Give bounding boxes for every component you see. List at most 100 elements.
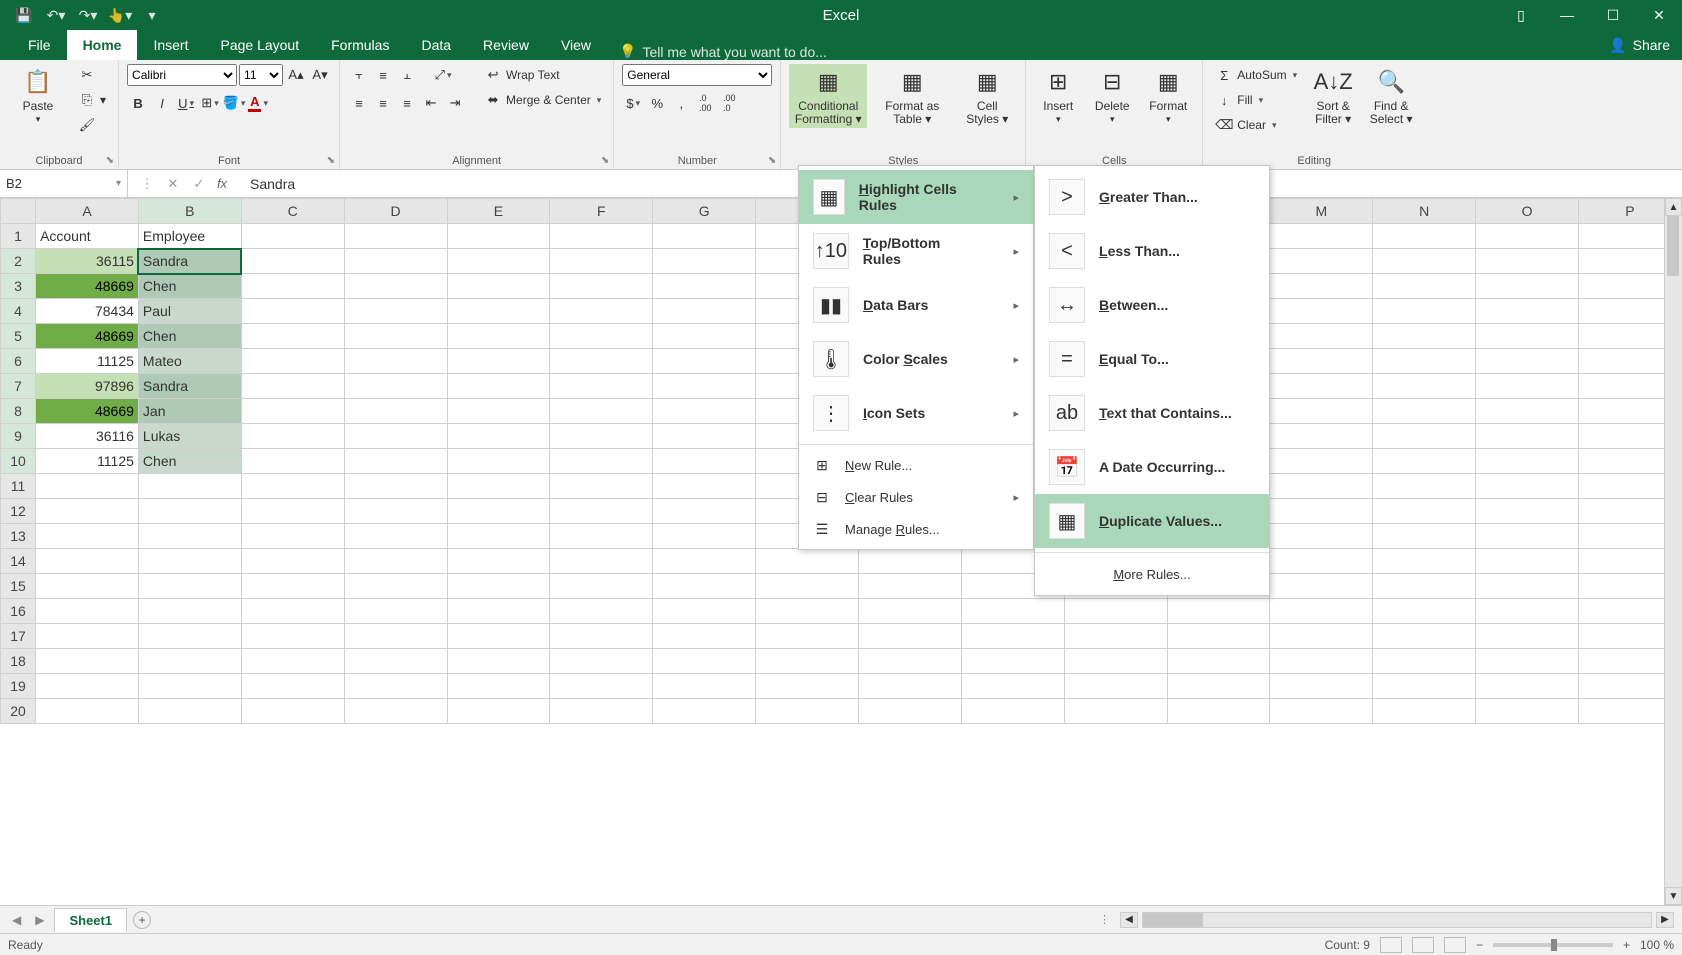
- menu-more-rules[interactable]: More Rules...: [1035, 557, 1269, 591]
- cell-G19[interactable]: [653, 674, 756, 699]
- cell-H15[interactable]: [756, 574, 859, 599]
- row-header-7[interactable]: 7: [1, 374, 36, 399]
- cell-D4[interactable]: [344, 299, 447, 324]
- font-name-select[interactable]: Calibri: [127, 64, 237, 86]
- cell-G15[interactable]: [653, 574, 756, 599]
- cell-M8[interactable]: [1270, 399, 1373, 424]
- cell-D18[interactable]: [344, 649, 447, 674]
- cell-F19[interactable]: [550, 674, 653, 699]
- merge-center-button[interactable]: ⬌Merge & Center: [480, 89, 605, 111]
- alignment-launcher-icon[interactable]: ⬊: [601, 155, 609, 166]
- formula-enter-icon[interactable]: ✓: [188, 176, 210, 192]
- cell-F16[interactable]: [550, 599, 653, 624]
- cell-L20[interactable]: [1167, 699, 1270, 724]
- cell-F7[interactable]: [550, 374, 653, 399]
- menu-between[interactable]: ↔Between...: [1035, 278, 1269, 332]
- cell-C17[interactable]: [241, 624, 344, 649]
- save-icon[interactable]: 💾: [10, 4, 38, 26]
- maximize-button[interactable]: ☐: [1590, 0, 1636, 30]
- cell-H20[interactable]: [756, 699, 859, 724]
- cell-N5[interactable]: [1373, 324, 1476, 349]
- column-header-N[interactable]: N: [1373, 199, 1476, 224]
- row-header-11[interactable]: 11: [1, 474, 36, 499]
- cell-N9[interactable]: [1373, 424, 1476, 449]
- cell-B3[interactable]: Chen: [138, 274, 241, 299]
- cell-D15[interactable]: [344, 574, 447, 599]
- cell-L19[interactable]: [1167, 674, 1270, 699]
- cell-C7[interactable]: [241, 374, 344, 399]
- cell-C20[interactable]: [241, 699, 344, 724]
- cell-I14[interactable]: [858, 549, 961, 574]
- cell-O17[interactable]: [1476, 624, 1579, 649]
- cell-N13[interactable]: [1373, 524, 1476, 549]
- row-header-8[interactable]: 8: [1, 399, 36, 424]
- cell-N17[interactable]: [1373, 624, 1476, 649]
- cell-E17[interactable]: [447, 624, 550, 649]
- cell-E13[interactable]: [447, 524, 550, 549]
- cell-F2[interactable]: [550, 249, 653, 274]
- cell-B19[interactable]: [138, 674, 241, 699]
- cell-G16[interactable]: [653, 599, 756, 624]
- cell-G11[interactable]: [653, 474, 756, 499]
- align-bottom-icon[interactable]: ⫠: [396, 64, 418, 86]
- scroll-thumb[interactable]: [1667, 216, 1679, 276]
- underline-button[interactable]: U: [175, 92, 197, 114]
- cell-D13[interactable]: [344, 524, 447, 549]
- cell-C16[interactable]: [241, 599, 344, 624]
- cell-G17[interactable]: [653, 624, 756, 649]
- cell-D1[interactable]: [344, 224, 447, 249]
- align-center-icon[interactable]: ≡: [372, 92, 394, 114]
- cell-O18[interactable]: [1476, 649, 1579, 674]
- decrease-indent-icon[interactable]: ⇤: [420, 92, 442, 114]
- cell-M12[interactable]: [1270, 499, 1373, 524]
- sort-filter-button[interactable]: A↓Z Sort &Filter ▾: [1307, 64, 1359, 128]
- align-top-icon[interactable]: ⫟: [348, 64, 370, 86]
- cell-O1[interactable]: [1476, 224, 1579, 249]
- row-header-18[interactable]: 18: [1, 649, 36, 674]
- autosum-button[interactable]: ΣAutoSum: [1211, 64, 1301, 86]
- cell-C2[interactable]: [241, 249, 344, 274]
- cell-C14[interactable]: [241, 549, 344, 574]
- cell-O10[interactable]: [1476, 449, 1579, 474]
- clipboard-launcher-icon[interactable]: ⬊: [106, 155, 114, 166]
- cell-E11[interactable]: [447, 474, 550, 499]
- cell-L16[interactable]: [1167, 599, 1270, 624]
- fill-button[interactable]: ↓Fill: [1211, 89, 1301, 111]
- sheet-nav-next-icon[interactable]: ▶: [31, 913, 48, 927]
- cell-F1[interactable]: [550, 224, 653, 249]
- cell-O16[interactable]: [1476, 599, 1579, 624]
- cell-N15[interactable]: [1373, 574, 1476, 599]
- cell-A4[interactable]: 78434: [36, 299, 139, 324]
- menu-icon-sets[interactable]: ⋮Icon Sets▸: [799, 386, 1033, 440]
- row-header-12[interactable]: 12: [1, 499, 36, 524]
- cell-A6[interactable]: 11125: [36, 349, 139, 374]
- font-size-select[interactable]: 11: [239, 64, 283, 86]
- cell-E7[interactable]: [447, 374, 550, 399]
- cell-A5[interactable]: 48669: [36, 324, 139, 349]
- conditional-formatting-button[interactable]: ▦ ConditionalFormatting ▾: [789, 64, 867, 128]
- cell-M17[interactable]: [1270, 624, 1373, 649]
- cell-E10[interactable]: [447, 449, 550, 474]
- tab-home[interactable]: Home: [67, 30, 138, 60]
- cell-E1[interactable]: [447, 224, 550, 249]
- cell-A2[interactable]: 36115: [36, 249, 139, 274]
- cell-O14[interactable]: [1476, 549, 1579, 574]
- column-header-B[interactable]: B: [138, 199, 241, 224]
- align-middle-icon[interactable]: ≡: [372, 64, 394, 86]
- cell-F13[interactable]: [550, 524, 653, 549]
- insert-cells-button[interactable]: ⊞ Insert▾: [1034, 64, 1082, 127]
- cell-E20[interactable]: [447, 699, 550, 724]
- hscroll-thumb[interactable]: [1143, 913, 1203, 927]
- tab-page-layout[interactable]: Page Layout: [204, 30, 315, 60]
- cell-M6[interactable]: [1270, 349, 1373, 374]
- cell-D16[interactable]: [344, 599, 447, 624]
- cell-G14[interactable]: [653, 549, 756, 574]
- cell-H14[interactable]: [756, 549, 859, 574]
- cell-E5[interactable]: [447, 324, 550, 349]
- number-format-select[interactable]: General: [622, 64, 772, 86]
- cell-L18[interactable]: [1167, 649, 1270, 674]
- cell-O2[interactable]: [1476, 249, 1579, 274]
- font-color-button[interactable]: A: [247, 92, 269, 114]
- sheet-nav-prev-icon[interactable]: ◀: [8, 913, 25, 927]
- cell-B18[interactable]: [138, 649, 241, 674]
